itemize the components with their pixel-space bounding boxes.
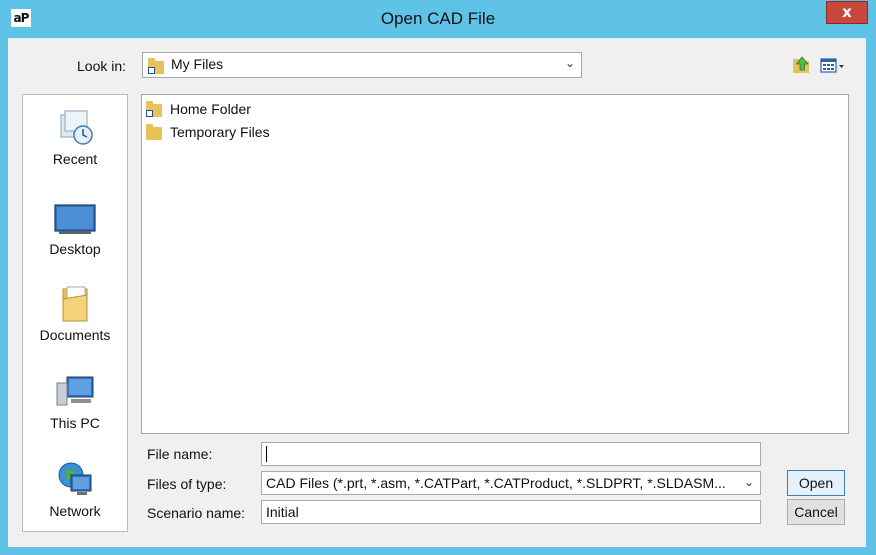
recent-icon bbox=[53, 109, 97, 147]
scenario-name-label: Scenario name: bbox=[147, 505, 246, 521]
scenario-name-value: Initial bbox=[266, 504, 299, 520]
folder-up-icon bbox=[793, 56, 809, 73]
cancel-button[interactable]: Cancel bbox=[787, 499, 845, 525]
window-title: Open CAD File bbox=[380, 9, 496, 28]
title-bar[interactable]: aP Open CAD File x bbox=[0, 0, 876, 38]
place-network[interactable]: Network bbox=[23, 461, 127, 519]
place-label: Network bbox=[49, 503, 101, 519]
file-list[interactable]: Home Folder Temporary Files bbox=[141, 94, 849, 434]
place-label: Desktop bbox=[49, 241, 101, 257]
view-grid-icon bbox=[820, 58, 844, 73]
place-label: Recent bbox=[52, 151, 98, 167]
places-bar: Recent Desktop Documents This PC Network bbox=[22, 94, 128, 532]
place-desktop[interactable]: Desktop bbox=[23, 199, 127, 257]
file-type-label: Files of type: bbox=[147, 476, 227, 492]
scenario-name-field[interactable]: Initial bbox=[261, 500, 761, 524]
file-name-field[interactable] bbox=[261, 442, 761, 466]
file-name: Home Folder bbox=[170, 101, 251, 117]
place-documents[interactable]: Documents bbox=[23, 285, 127, 343]
documents-icon bbox=[53, 285, 97, 323]
close-button[interactable]: x bbox=[826, 1, 868, 24]
look-in-dropdown[interactable]: My Files ⌄ bbox=[142, 52, 582, 78]
look-in-label: Look in: bbox=[77, 58, 127, 74]
place-label: Documents bbox=[39, 327, 111, 343]
network-icon bbox=[53, 461, 97, 499]
file-name: Temporary Files bbox=[170, 124, 270, 140]
chevron-down-icon[interactable]: ⌄ bbox=[744, 475, 754, 489]
file-type-value: CAD Files (*.prt, *.asm, *.CATPart, *.CA… bbox=[266, 475, 726, 491]
place-this-pc[interactable]: This PC bbox=[23, 373, 127, 431]
open-button[interactable]: Open bbox=[787, 470, 845, 496]
file-name-label: File name: bbox=[147, 446, 213, 462]
desktop-icon bbox=[53, 199, 97, 237]
view-menu-button[interactable] bbox=[820, 57, 850, 75]
dialog-body: Look in: My Files ⌄ Recent Desktop Docum… bbox=[8, 38, 866, 547]
look-in-value: My Files bbox=[171, 56, 224, 72]
place-label: This PC bbox=[50, 415, 100, 431]
file-type-select[interactable]: CAD Files (*.prt, *.asm, *.CATPart, *.CA… bbox=[261, 471, 761, 495]
up-one-level-button[interactable] bbox=[792, 55, 812, 75]
place-recent[interactable]: Recent bbox=[23, 109, 127, 167]
chevron-down-icon[interactable]: ⌄ bbox=[565, 56, 575, 70]
computer-icon bbox=[53, 373, 97, 411]
text-caret bbox=[266, 446, 267, 462]
